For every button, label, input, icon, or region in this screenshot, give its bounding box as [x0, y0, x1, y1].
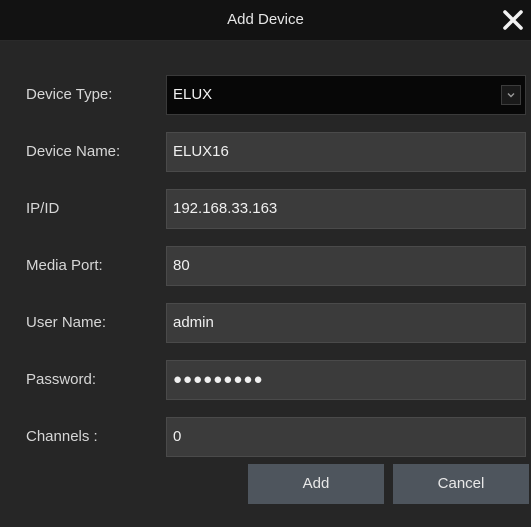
password-input[interactable]: ●●●●●●●●● — [166, 360, 526, 400]
channels-label: Channels : — [26, 428, 98, 445]
media-port-input[interactable]: 80 — [166, 246, 526, 286]
add-device-dialog: Add Device Device Type: ELUX Device Name… — [0, 0, 531, 527]
ip-id-input[interactable]: 192.168.33.163 — [166, 189, 526, 229]
device-type-label: Device Type: — [26, 86, 113, 103]
channels-input[interactable]: 0 — [166, 417, 526, 457]
media-port-label: Media Port: — [26, 257, 103, 274]
device-type-select[interactable]: ELUX — [166, 75, 526, 115]
user-name-label: User Name: — [26, 314, 107, 331]
device-name-label: Device Name: — [26, 143, 121, 160]
add-button[interactable]: Add — [248, 464, 384, 504]
chevron-down-icon[interactable] — [501, 85, 521, 105]
close-icon[interactable] — [501, 8, 525, 32]
device-name-input[interactable]: ELUX16 — [166, 132, 526, 172]
dialog-titlebar: Add Device — [0, 0, 531, 41]
ip-id-label: IP/ID — [26, 200, 60, 217]
device-type-value: ELUX — [173, 86, 213, 103]
user-name-input[interactable]: admin — [166, 303, 526, 343]
password-value: ●●●●●●●●● — [173, 371, 264, 388]
dialog-title: Add Device — [227, 11, 304, 28]
password-label: Password: — [26, 371, 97, 388]
cancel-button[interactable]: Cancel — [393, 464, 529, 504]
